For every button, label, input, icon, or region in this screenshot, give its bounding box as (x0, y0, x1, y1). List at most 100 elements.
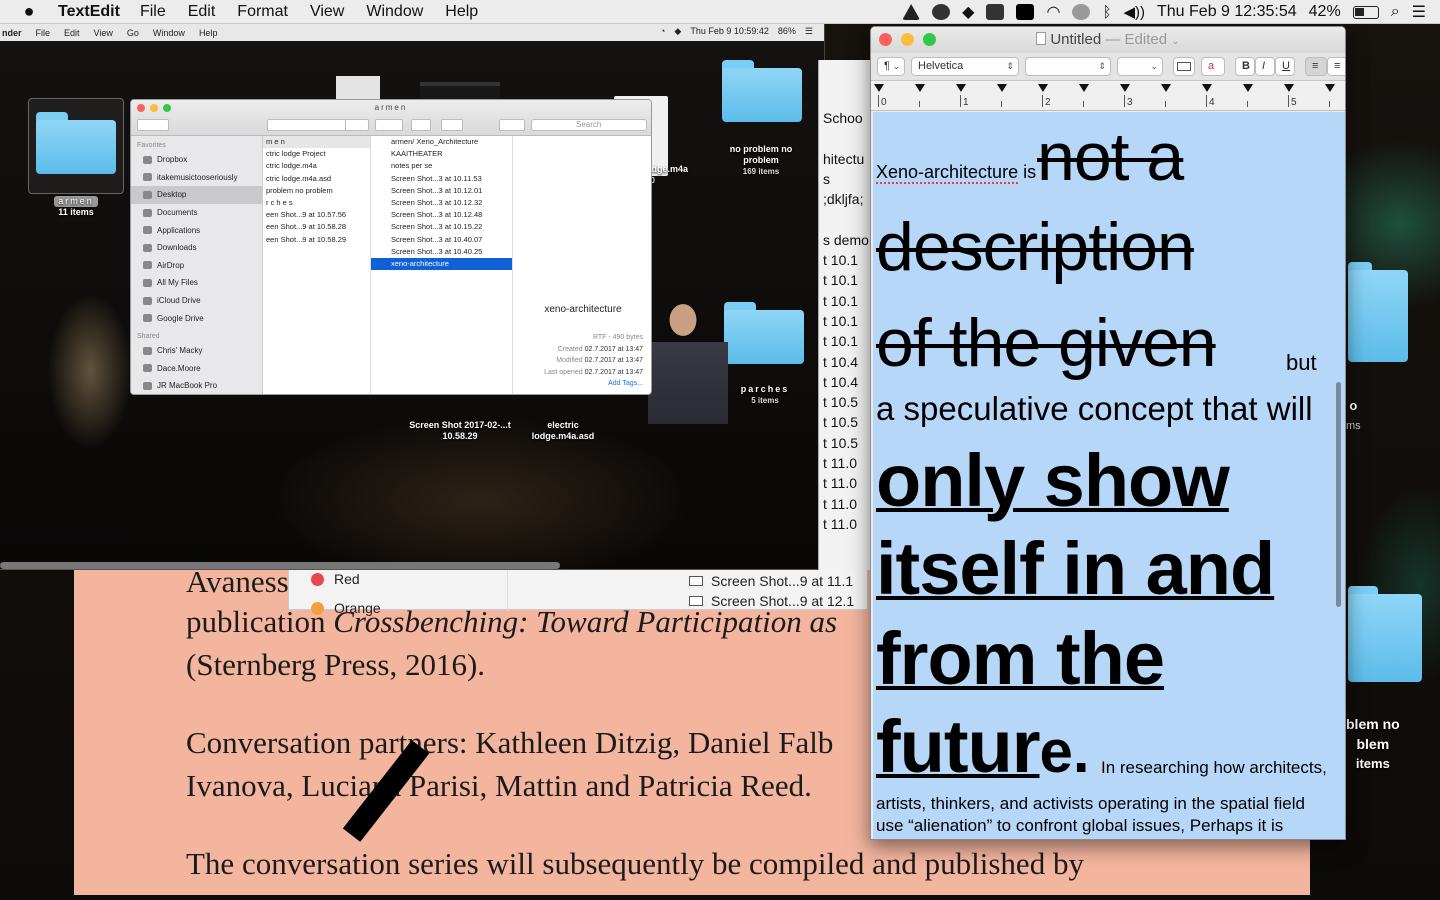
list-item[interactable]: ctric lodge.m4a.asd (263, 173, 370, 185)
list-item-selected[interactable]: xeno-architecture (371, 257, 512, 271)
add-tags-link[interactable]: Add Tags... (513, 378, 643, 390)
popup-file-item[interactable]: Screen Shot...9 at 11.1 (689, 571, 854, 591)
list-item[interactable]: Screen Shot...3 at 10.12.01 (371, 185, 512, 197)
list-item[interactable]: Screen Shot...3 at 10.11.53 (371, 173, 512, 185)
wifi-icon[interactable]: ◠ (1046, 2, 1060, 22)
list-item[interactable]: armen/ Xeno_Architecture (371, 136, 512, 148)
label-red[interactable]: Red (311, 571, 360, 587)
menu-file[interactable]: File (140, 3, 166, 21)
list-item[interactable]: problem no problem (263, 185, 370, 197)
sidebar-item[interactable]: Dace.Moore (131, 360, 262, 378)
horizontal-scrollbar[interactable] (0, 562, 560, 569)
text-editing-area[interactable]: Xeno-architecture is not a description o… (873, 112, 1345, 839)
list-item[interactable]: een Shot...9 at 10.58.28 (263, 221, 370, 233)
sidebar-item[interactable]: itakemusictooseriously (131, 169, 262, 187)
sidebar-item[interactable]: Applications (131, 221, 262, 239)
notification-center-icon[interactable]: ☰ (1412, 2, 1426, 22)
inner-menu-window[interactable]: Window (153, 28, 185, 38)
sidebar-item[interactable]: JR MacBook Pro (131, 377, 262, 394)
inner-menu-view[interactable]: View (94, 28, 113, 38)
volume-icon[interactable]: ◀)) (1123, 3, 1145, 21)
tab-stop-marker[interactable] (1038, 84, 1048, 92)
finder-dropbox-button[interactable] (499, 119, 525, 131)
chevron-down-icon[interactable]: ⌄ (1171, 36, 1179, 47)
list-item[interactable]: ctric lodge.m4a (263, 160, 370, 172)
terminal-icon[interactable] (1016, 4, 1035, 20)
sidebar-item[interactable]: Dropbox (131, 151, 262, 169)
time-machine-icon[interactable] (1072, 4, 1091, 20)
list-item[interactable]: Screen Shot...3 at 10.12.48 (371, 209, 512, 221)
tab-stop-marker[interactable] (1243, 84, 1253, 92)
sidebar-item-desktop[interactable]: Desktop (131, 186, 262, 204)
vertical-scrollbar[interactable] (1336, 382, 1341, 607)
inner-menu-help[interactable]: Help (199, 28, 218, 38)
tab-stop-marker[interactable] (997, 84, 1007, 92)
sidebar-item[interactable]: Chris' Macky (131, 342, 262, 360)
menu-edit[interactable]: Edit (188, 3, 216, 21)
sidebar-item[interactable]: Google Drive (131, 309, 262, 327)
menu-help[interactable]: Help (445, 3, 478, 21)
desktop-folder-right-1[interactable] (1348, 262, 1408, 362)
list-item[interactable]: r c h e s (263, 197, 370, 209)
background-color-button[interactable]: a (1201, 57, 1225, 76)
finder-share-button[interactable] (411, 119, 431, 131)
sidebar-item[interactable]: Downloads (131, 239, 262, 257)
desktop-folder-no-problem[interactable] (722, 60, 802, 122)
list-item[interactable]: Screen Shot...3 at 10.15.22 (371, 221, 512, 233)
sidebar-item[interactable]: iCloud Drive (131, 292, 262, 310)
text-color-button[interactable] (1173, 57, 1195, 76)
battery-icon[interactable] (1352, 5, 1379, 19)
tab-stop-marker[interactable] (1284, 84, 1294, 92)
tab-stop-marker[interactable] (956, 84, 966, 92)
align-center-button[interactable]: ≡ (1327, 57, 1345, 76)
list-item[interactable]: notes per se (371, 160, 512, 172)
vlc-icon[interactable] (902, 4, 921, 20)
menu-view[interactable]: View (310, 3, 344, 21)
menu-window[interactable]: Window (366, 3, 423, 21)
list-item[interactable]: m e n (263, 136, 370, 149)
finder-arrange-button[interactable] (345, 119, 369, 131)
finder-view-buttons[interactable] (267, 119, 347, 131)
tab-stop-marker[interactable] (1120, 84, 1130, 92)
record-icon[interactable] (932, 4, 951, 20)
inner-menu-edit[interactable]: Edit (64, 28, 80, 38)
tab-stop-marker[interactable] (874, 84, 884, 92)
sidebar-item[interactable]: All My Files (131, 274, 262, 292)
list-item[interactable]: een Shot...9 at 10.57.56 (263, 209, 370, 221)
list-item[interactable]: Screen Shot...3 at 10.40.25 (371, 246, 512, 258)
spotlight-search-icon[interactable]: ⌕ (1391, 3, 1400, 21)
inner-menu-file[interactable]: File (36, 28, 51, 38)
paragraph-style-select[interactable]: ¶ ⌄ (877, 57, 905, 76)
tab-stop-marker[interactable] (1202, 84, 1212, 92)
popup-file-item[interactable]: Screen Shot...9 at 12.1 (689, 591, 854, 611)
menu-format[interactable]: Format (237, 3, 288, 21)
font-style-select[interactable]: ⇕ (1025, 57, 1111, 76)
finder-action-button[interactable] (375, 119, 403, 131)
tab-stop-marker[interactable] (1079, 84, 1089, 92)
font-family-select[interactable]: Helvetica ⇕ (911, 57, 1019, 76)
font-size-select[interactable]: ⌄ (1117, 57, 1163, 76)
finder-tag-button[interactable] (441, 119, 463, 131)
list-item[interactable]: ctric lodge Project (263, 148, 370, 160)
sidebar-item[interactable]: Documents (131, 204, 262, 222)
desktop-folder-parches[interactable] (724, 302, 804, 364)
finder-search-input[interactable]: Search (531, 119, 647, 131)
desktop-folder-right-2[interactable] (1348, 586, 1422, 682)
tab-stop-marker[interactable] (915, 84, 925, 92)
dropbox-icon[interactable]: ◆ (962, 2, 974, 22)
bluetooth-icon[interactable]: ᛒ (1102, 4, 1111, 21)
list-item[interactable]: Screen Shot...3 at 10.12.32 (371, 197, 512, 209)
list-item[interactable]: KAAITHEATER (371, 148, 512, 160)
bold-button[interactable]: B (1235, 57, 1255, 76)
tab-stop-marker[interactable] (1325, 84, 1335, 92)
finder-back-button[interactable] (137, 119, 169, 131)
italic-button[interactable]: I (1255, 57, 1275, 76)
display-icon[interactable] (986, 4, 1005, 20)
label-orange[interactable]: Orange (311, 600, 381, 616)
inner-menu-go[interactable]: Go (127, 28, 139, 38)
textedit-titlebar[interactable]: Untitled — Edited ⌄ (871, 27, 1345, 53)
apple-menu-icon[interactable]: ● (0, 1, 58, 22)
list-item[interactable]: Screen Shot...3 at 10.40.07 (371, 234, 512, 246)
sidebar-item[interactable]: AirDrop (131, 257, 262, 275)
align-left-button[interactable]: ≡ (1305, 57, 1327, 76)
